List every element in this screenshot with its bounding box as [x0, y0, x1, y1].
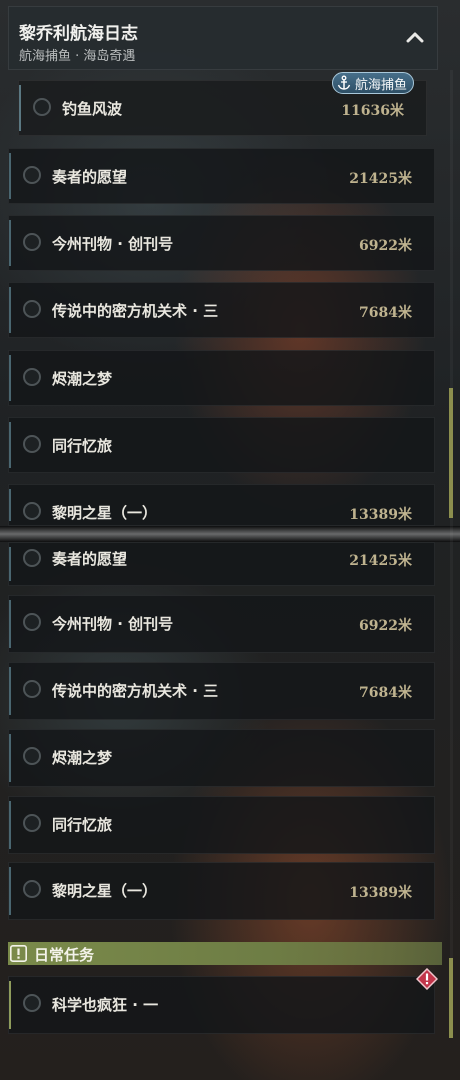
quest-radio[interactable] [23, 814, 41, 832]
chevron-up-icon [406, 32, 424, 43]
quest-name: 同行忆旅 [52, 816, 113, 834]
quest-log-header[interactable]: 黎乔利航海日志 航海捕鱼 · 海岛奇遇 [8, 6, 438, 70]
section-divider [0, 526, 460, 542]
quest-item[interactable]: 传说中的密方机关术 · 三 7684米 [8, 662, 435, 720]
quest-distance: 13389米 [349, 507, 412, 523]
quest-item[interactable]: 同行忆旅 [8, 796, 435, 854]
quest-name: 烬潮之梦 [52, 370, 113, 388]
quest-name: 烬潮之梦 [52, 749, 113, 767]
quest-distance: 11636米 [341, 103, 404, 119]
quest-name: 传说中的密方机关术 · 三 [52, 302, 219, 320]
page-subtitle: 航海捕鱼 · 海岛奇遇 [19, 49, 136, 64]
page-title: 黎乔利航海日志 [19, 24, 138, 44]
quest-name: 奏者的愿望 [52, 550, 128, 568]
quest-radio[interactable] [23, 233, 41, 251]
alert-diamond-icon [416, 968, 438, 990]
quest-radio[interactable] [23, 166, 41, 184]
quest-name: 今州刊物 · 创刊号 [52, 235, 174, 253]
quest-distance: 7684米 [359, 305, 412, 321]
quest-radio[interactable] [23, 502, 41, 520]
quest-name: 科学也疯狂 · 一 [52, 996, 159, 1014]
quest-distance: 21425米 [349, 171, 412, 187]
fishing-badge-label: 航海捕鱼 [355, 77, 408, 93]
quest-distance: 7684米 [359, 685, 412, 701]
quest-item[interactable]: 奏者的愿望 21425米 [8, 148, 435, 204]
quest-radio[interactable] [23, 368, 41, 386]
quest-item[interactable]: 烬潮之梦 [8, 729, 435, 787]
quest-item[interactable]: 同行忆旅 [8, 417, 435, 473]
daily-section-title: 日常任务 [34, 946, 95, 964]
scrollbar-thumb[interactable] [449, 388, 453, 518]
scrollbar-thumb-lower[interactable] [449, 958, 453, 1038]
exclamation-box-icon [10, 945, 27, 962]
quest-item[interactable]: 黎明之星（一） 13389米 [8, 484, 435, 526]
scrollbar-track[interactable] [450, 70, 453, 1030]
quest-radio[interactable] [23, 994, 41, 1012]
quest-name: 奏者的愿望 [52, 168, 128, 186]
quest-name: 钓鱼风波 [62, 100, 123, 118]
collapse-button[interactable] [403, 27, 427, 47]
quest-distance: 13389米 [349, 885, 412, 901]
quest-radio[interactable] [23, 549, 41, 567]
quest-radio[interactable] [23, 300, 41, 318]
quest-radio[interactable] [23, 880, 41, 898]
quest-item[interactable]: 黎明之星（一） 13389米 [8, 862, 435, 920]
quest-name: 同行忆旅 [52, 437, 113, 455]
quest-radio[interactable] [23, 613, 41, 631]
quest-item[interactable]: 今州刊物 · 创刊号 6922米 [8, 595, 435, 653]
quest-distance: 6922米 [359, 618, 412, 634]
quest-distance: 6922米 [359, 238, 412, 254]
quest-item[interactable]: 科学也疯狂 · 一 [8, 976, 435, 1034]
quest-distance: 21425米 [349, 553, 412, 569]
quest-item[interactable]: 今州刊物 · 创刊号 6922米 [8, 215, 435, 271]
quest-name: 今州刊物 · 创刊号 [52, 615, 174, 633]
quest-radio[interactable] [23, 435, 41, 453]
anchor-icon [337, 75, 351, 90]
fishing-badge: 航海捕鱼 [332, 72, 415, 94]
quest-radio[interactable] [23, 747, 41, 765]
quest-item[interactable]: 奏者的愿望 21425米 [8, 542, 435, 586]
quest-name: 传说中的密方机关术 · 三 [52, 682, 219, 700]
quest-radio[interactable] [33, 98, 51, 116]
quest-name: 黎明之星（一） [52, 504, 158, 522]
quest-item[interactable]: 烬潮之梦 [8, 350, 435, 406]
quest-radio[interactable] [23, 680, 41, 698]
daily-section-header[interactable]: 日常任务 [8, 942, 442, 965]
quest-name: 黎明之星（一） [52, 882, 158, 900]
quest-item[interactable]: 传说中的密方机关术 · 三 7684米 [8, 282, 435, 338]
